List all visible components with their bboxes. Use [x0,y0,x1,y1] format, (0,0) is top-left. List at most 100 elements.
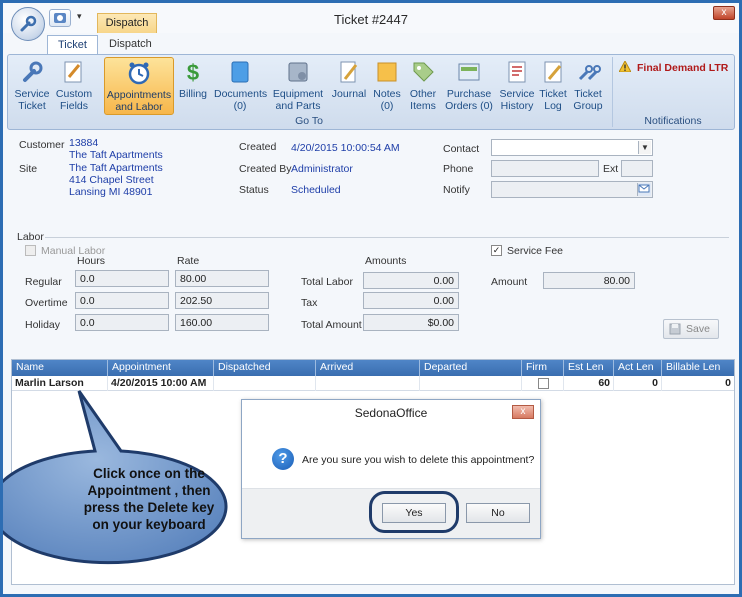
history-icon [508,61,526,83]
holiday-rate-field[interactable]: 160.00 [175,314,269,331]
service-history-button[interactable]: Service History [498,57,536,115]
hours-header: Hours [77,255,106,267]
ribbon: Service Ticket Custom Fields Appointments a… [7,54,735,130]
question-icon: ? [272,448,294,470]
ticket-window: ▾ Dispatch Ticket #2447 x Ticket Dispatc… [0,0,742,597]
tab-ticket[interactable]: Ticket [47,35,98,55]
holiday-label: Holiday [25,319,61,331]
notify-field[interactable] [491,181,653,198]
billing-button[interactable]: $ Billing [176,57,210,115]
ticket-group-button[interactable]: Ticket Group [570,57,606,115]
grid-header: Name Appointment Dispatched Arrived Depa… [12,360,734,376]
cell-appointment[interactable]: 4/20/2015 10:00 AM [108,376,214,391]
column-firm[interactable]: Firm [522,360,564,376]
documents-button[interactable]: Documents (0) [214,57,267,115]
warning-icon [618,59,632,73]
window-close-button[interactable]: x [713,6,735,20]
yes-button[interactable]: Yes [382,503,446,523]
contact-select[interactable]: ▼ [491,139,653,156]
save-button[interactable]: Save [663,319,719,339]
notification-text: Final Demand LTR [637,62,729,74]
phone-label: Phone [443,163,474,175]
labor-divider [45,237,729,238]
title-bar: ▾ Dispatch Ticket #2447 x [3,3,739,33]
save-icon [669,323,681,335]
callout-text: Click once on the Appointment , then pre… [83,466,215,532]
phone-field[interactable] [491,160,599,177]
overtime-hours-field[interactable]: 0.0 [75,292,169,309]
site-name-link[interactable]: The Taft Apartments [69,162,163,174]
ext-field[interactable] [621,160,653,177]
customer-number-link[interactable]: 13884 [69,137,98,149]
cell-name[interactable]: Marlin Larson [12,376,108,391]
dialog-close-button[interactable]: x [512,405,534,419]
cell-arrived[interactable] [316,376,420,391]
cell-departed[interactable] [420,376,522,391]
no-button[interactable]: No [466,503,530,523]
notifications-group: Final Demand LTR Notifications [612,57,732,127]
regular-rate-field[interactable]: 80.00 [175,270,269,287]
created-by-label: Created By [239,163,292,175]
appointments-and-labor-button[interactable]: Appointments and Labor [104,57,174,115]
cell-dispatched[interactable] [214,376,316,391]
site-street: 414 Chapel Street [69,174,154,186]
journal-button[interactable]: Journal [330,57,368,115]
column-dispatched[interactable]: Dispatched [214,360,316,376]
cell-act-len[interactable]: 0 [614,376,662,391]
delete-confirm-dialog: SedonaOffice x ? Are you sure you wish t… [241,399,541,539]
regular-hours-field[interactable]: 0.0 [75,270,169,287]
wrench-icon [23,61,43,82]
amount-label: Amount [491,276,528,288]
chevron-down-icon[interactable]: ▼ [638,141,651,154]
goto-group: Service Ticket Custom Fields Appointments a… [10,57,608,127]
ticket-info-panel: Customer 13884 The Taft Apartments Site … [7,133,735,353]
ticket-log-button[interactable]: Ticket Log [538,57,568,115]
cell-est-len[interactable]: 60 [564,376,614,391]
column-arrived[interactable]: Arrived [316,360,420,376]
contact-label: Contact [443,143,480,155]
notification-item[interactable]: Final Demand LTR [618,59,729,74]
column-appointment[interactable]: Appointment [108,360,214,376]
svg-text:$: $ [187,60,199,85]
overtime-rate-field[interactable]: 202.50 [175,292,269,309]
service-fee-checkbox[interactable]: ✓ [491,245,502,256]
wrench-icon [20,15,37,32]
service-fee-amount-field[interactable]: 80.00 [543,272,635,289]
ribbon-tabs: Ticket Dispatch [3,33,739,55]
tab-dispatch[interactable]: Dispatch [99,35,162,55]
customer-name-link[interactable]: The Taft Apartments [69,149,163,161]
holiday-hours-field[interactable]: 0.0 [75,314,169,331]
other-items-button[interactable]: Other Items [406,57,440,115]
column-departed[interactable]: Departed [420,360,522,376]
column-billable-len[interactable]: Billable Len [662,360,734,376]
dialog-title: SedonaOffice [242,400,540,426]
journal-icon [340,61,358,83]
group-icon [578,65,601,81]
app-menu-button[interactable] [11,7,45,41]
equipment-and-parts-button[interactable]: Equipment and Parts [270,57,326,115]
custom-fields-button[interactable]: Custom Fields [54,57,94,115]
created-value: 4/20/2015 10:00:54 AM [291,142,400,154]
dollar-icon: $ [187,60,199,85]
purchase-orders-button[interactable]: Purchase Orders (0) [444,57,494,115]
firm-checkbox[interactable] [538,378,549,389]
column-est-len[interactable]: Est Len [564,360,614,376]
manual-labor-checkbox[interactable] [25,245,36,256]
table-row[interactable]: Marlin Larson 4/20/2015 10:00 AM 60 0 0 [12,376,734,391]
column-name[interactable]: Name [12,360,108,376]
document-icon [231,61,249,83]
ext-label: Ext [603,163,619,175]
alarm-clock-icon [128,62,150,85]
notes-button[interactable]: Notes (0) [372,57,402,115]
cell-firm[interactable] [522,376,564,391]
purchase-order-icon [458,63,480,81]
amounts-header: Amounts [365,255,407,267]
notifications-group-label: Notifications [644,115,702,127]
custom-fields-icon [64,61,82,83]
cell-billable-len[interactable]: 0 [662,376,734,391]
service-ticket-button[interactable]: Service Ticket [12,57,52,115]
email-icon[interactable] [637,183,651,196]
goto-group-label: Go To [295,115,323,127]
column-act-len[interactable]: Act Len [614,360,662,376]
service-fee-label: Service Fee [507,245,564,257]
